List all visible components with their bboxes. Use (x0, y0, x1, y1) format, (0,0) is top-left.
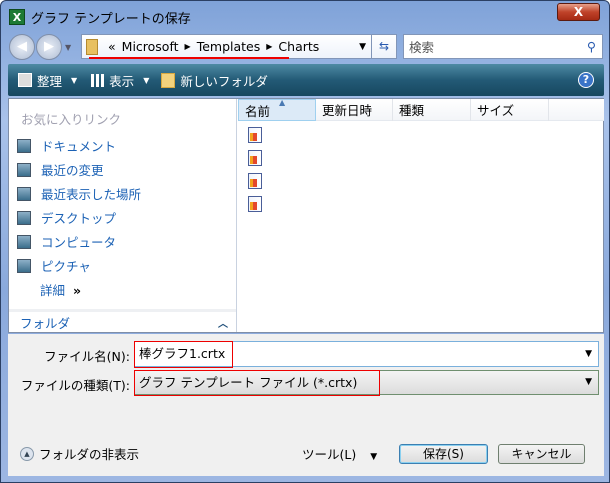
organize-label: 整理 (37, 73, 63, 89)
search-placeholder: 検索 (409, 40, 435, 55)
nav-buttons: ◀ ▶ ▼ (9, 34, 71, 60)
chevron-up-circle-icon: ▲ (20, 446, 34, 461)
chart-template-file-icon[interactable] (248, 173, 262, 189)
address-bar[interactable]: « Microsoft ▶ Templates ▶ Charts ▼ ⇆ (81, 34, 397, 59)
hide-folders-label: フォルダの非表示 (39, 447, 140, 462)
folders-label: フォルダ (20, 315, 71, 331)
back-button[interactable]: ◀ (9, 34, 35, 60)
double-chevron-icon: » (73, 283, 82, 298)
refresh-button[interactable]: ⇆ (371, 35, 396, 58)
views-icon (91, 73, 105, 87)
history-dropdown-icon[interactable]: ▼ (65, 43, 71, 52)
help-icon[interactable]: ? (578, 72, 594, 88)
organize-icon (18, 73, 32, 87)
breadcrumb-overflow[interactable]: « (108, 39, 116, 54)
computer-icon (17, 234, 31, 249)
sidebar-item-computer[interactable]: コンピュータ (17, 232, 116, 251)
hide-folders-button[interactable]: ▲ フォルダの非表示 (20, 444, 139, 463)
breadcrumb-templates[interactable]: Templates (197, 39, 261, 54)
pictures-icon (17, 258, 31, 273)
search-icon[interactable]: ⚲ (587, 39, 596, 54)
favorites-header: お気に入りリンク (21, 112, 122, 127)
sidebar-item-recent-changes[interactable]: 最近の変更 (17, 160, 104, 179)
forward-button[interactable]: ▶ (36, 34, 62, 60)
sidebar-item-documents[interactable]: ドキュメント (17, 136, 116, 155)
chevron-right-icon[interactable]: ▶ (266, 42, 272, 51)
sidebar-item-label: デスクトップ (41, 211, 117, 226)
column-label: 名前 (245, 104, 271, 119)
save-dialog: X グラフ テンプレートの保存 X ◀ ▶ ▼ « Microsoft ▶ Te… (0, 0, 610, 483)
title-bar: X グラフ テンプレートの保存 (9, 6, 191, 28)
close-button[interactable]: X (557, 3, 600, 21)
recent-changes-icon (17, 162, 31, 177)
chart-template-file-icon[interactable] (248, 150, 262, 166)
toolbar: 整理 ▼ 表示 ▼ 新しいフォルダ ? (8, 64, 604, 96)
highlight-box (134, 341, 233, 368)
chart-template-file-icon[interactable] (248, 196, 262, 212)
chevron-right-icon[interactable]: ▶ (185, 42, 191, 51)
navigation-pane: お気に入りリンク ドキュメント 最近の変更 最近表示した場所 デスクトップ コン… (9, 99, 237, 332)
new-folder-label: 新しいフォルダ (180, 73, 268, 89)
new-folder-button[interactable]: 新しいフォルダ (161, 71, 268, 90)
filetype-label: ファイルの種類(T): (20, 378, 130, 393)
tools-label: ツール(L) (302, 447, 357, 462)
sidebar-item-pictures[interactable]: ピクチャ (17, 256, 91, 275)
more-label: 詳細 (40, 283, 66, 298)
chevron-up-icon: ︿ (218, 318, 228, 330)
views-button[interactable]: 表示 ▼ (91, 71, 149, 90)
cancel-button[interactable]: キャンセル (498, 444, 585, 464)
sidebar-item-label: ドキュメント (41, 139, 117, 154)
documents-icon (17, 138, 31, 153)
new-folder-icon (161, 72, 176, 88)
window-title: グラフ テンプレートの保存 (31, 11, 191, 27)
desktop-icon (17, 210, 31, 225)
column-size[interactable]: サイズ (471, 99, 549, 121)
content-area: お気に入りリンク ドキュメント 最近の変更 最近表示した場所 デスクトップ コン… (8, 98, 604, 333)
folders-toggle[interactable]: フォルダ ︿ (9, 309, 236, 332)
chevron-down-icon[interactable]: ▼ (359, 42, 366, 52)
breadcrumb-charts[interactable]: Charts (278, 39, 319, 54)
search-input[interactable]: 検索 ⚲ (403, 34, 603, 59)
column-type[interactable]: 種類 (393, 99, 471, 121)
column-modified[interactable]: 更新日時 (316, 99, 393, 121)
sidebar-item-desktop[interactable]: デスクトップ (17, 208, 116, 227)
chevron-down-icon[interactable]: ▼ (585, 371, 592, 394)
chevron-down-icon: ▼ (143, 75, 150, 85)
sidebar-item-label: ピクチャ (41, 259, 91, 274)
breadcrumb-microsoft[interactable]: Microsoft (122, 39, 179, 54)
sort-ascending-icon: ▲ (279, 98, 286, 107)
chart-template-file-icon[interactable] (248, 127, 262, 143)
sidebar-item-label: コンピュータ (41, 235, 117, 250)
highlight-box (134, 370, 380, 396)
column-name[interactable]: ▲ 名前 (238, 98, 316, 121)
tools-menu[interactable]: ツール(L) ▼ (302, 444, 377, 463)
filename-label: ファイル名(N): (44, 349, 130, 364)
more-links[interactable]: 詳細 » (40, 280, 81, 299)
views-label: 表示 (109, 73, 135, 89)
chevron-down-icon[interactable]: ▼ (585, 342, 592, 366)
chevron-down-icon: ▼ (370, 452, 378, 462)
sidebar-item-recent-places[interactable]: 最近表示した場所 (17, 184, 141, 203)
file-list: ▲ 名前 更新日時 種類 サイズ (238, 98, 604, 332)
sidebar-item-label: 最近の変更 (41, 163, 104, 178)
bottom-pane: ファイル名(N): 棒グラフ1.crtx ▼ ファイルの種類(T): グラフ テン… (8, 334, 604, 476)
save-button[interactable]: 保存(S) (399, 444, 488, 464)
column-headers: ▲ 名前 更新日時 種類 サイズ (238, 98, 604, 121)
folder-icon (86, 38, 98, 55)
chevron-down-icon: ▼ (71, 75, 78, 85)
sidebar-item-label: 最近表示した場所 (41, 187, 142, 202)
excel-icon: X (9, 9, 25, 25)
recent-places-icon (17, 186, 31, 201)
organize-button[interactable]: 整理 ▼ (18, 71, 77, 90)
highlight-underline (89, 57, 289, 59)
